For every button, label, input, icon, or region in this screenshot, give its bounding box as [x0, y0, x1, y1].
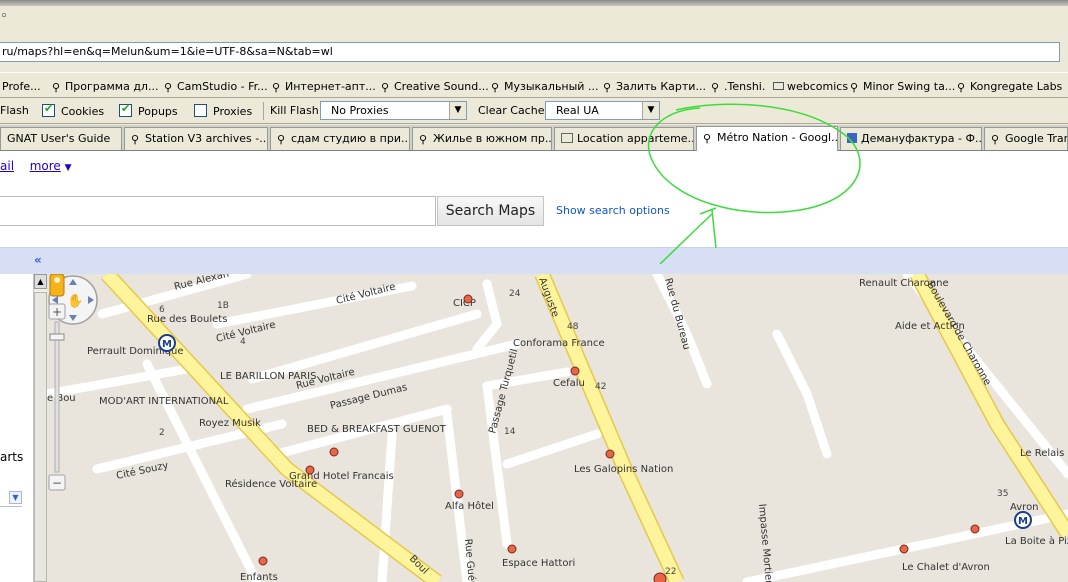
- annotation-arrow: [659, 213, 713, 265]
- annotation-overlay: [647, 103, 861, 265]
- annotation-circle: [647, 103, 861, 214]
- annotation-arrow: [711, 209, 717, 249]
- annotation-arrowhead: [699, 207, 717, 215]
